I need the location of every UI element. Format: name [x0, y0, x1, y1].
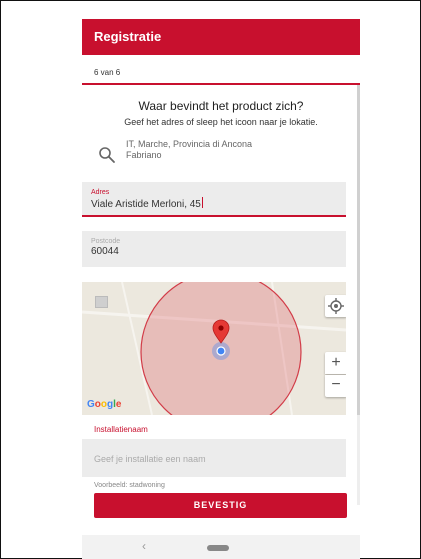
installation-name-placeholder: Geef je installatie een naam — [94, 454, 206, 464]
address-field[interactable]: Adres Viale Aristide Merloni, 45 — [82, 182, 346, 217]
crosshair-icon — [328, 298, 344, 314]
system-nav-bar: ‹ — [82, 535, 360, 559]
postcode-label: Postcode — [91, 238, 121, 245]
current-location-dot — [216, 346, 226, 356]
google-logo[interactable]: Google — [87, 399, 121, 410]
app-bar: Registratie — [82, 19, 360, 55]
search-result-line-1: IT, Marche, Provincia di Ancona — [126, 139, 253, 149]
installation-name-field[interactable]: Geef je installatie een naam — [82, 439, 346, 477]
location-heading: Waar bevindt het product zich? — [138, 99, 304, 113]
zoom-out-button[interactable]: − — [325, 375, 346, 397]
map-view[interactable]: + − Google — [82, 282, 346, 415]
step-indicator: 6 van 6 — [94, 68, 121, 77]
zoom-in-button[interactable]: + — [325, 352, 346, 374]
address-value: Viale Aristide Merloni, 45 — [91, 199, 201, 210]
map-canvas — [82, 282, 346, 415]
address-label: Adres — [91, 189, 110, 196]
location-subheading: Geef het adres of sleep het icoon naar j… — [124, 117, 318, 127]
search-icon[interactable] — [98, 146, 116, 164]
step-progress-bar — [82, 83, 360, 85]
postcode-field[interactable]: Postcode 60044 — [82, 231, 346, 267]
image-icon — [95, 296, 108, 308]
confirm-button[interactable]: BEVESTIG — [94, 493, 347, 518]
postcode-value: 60044 — [91, 246, 119, 257]
installation-example-hint: Voorbeeld: stadwoning — [94, 482, 165, 489]
page-title: Registratie — [94, 29, 162, 44]
text-cursor — [201, 197, 203, 208]
phone-screen: Registratie 6 van 6 Waar bevindt het pro… — [82, 19, 360, 559]
address-value-wrap: Viale Aristide Merloni, 45 — [91, 197, 203, 210]
nav-home-button[interactable] — [207, 545, 229, 551]
location-search-result[interactable]: IT, Marche, Provincia di Ancona Fabriano — [126, 139, 252, 161]
search-result-line-2: Fabriano — [126, 150, 162, 160]
my-location-button[interactable] — [325, 295, 346, 317]
scrollbar-thumb[interactable] — [357, 85, 360, 415]
installation-name-label: Installatienaam — [94, 425, 148, 434]
nav-back-button[interactable]: ‹ — [142, 539, 146, 553]
